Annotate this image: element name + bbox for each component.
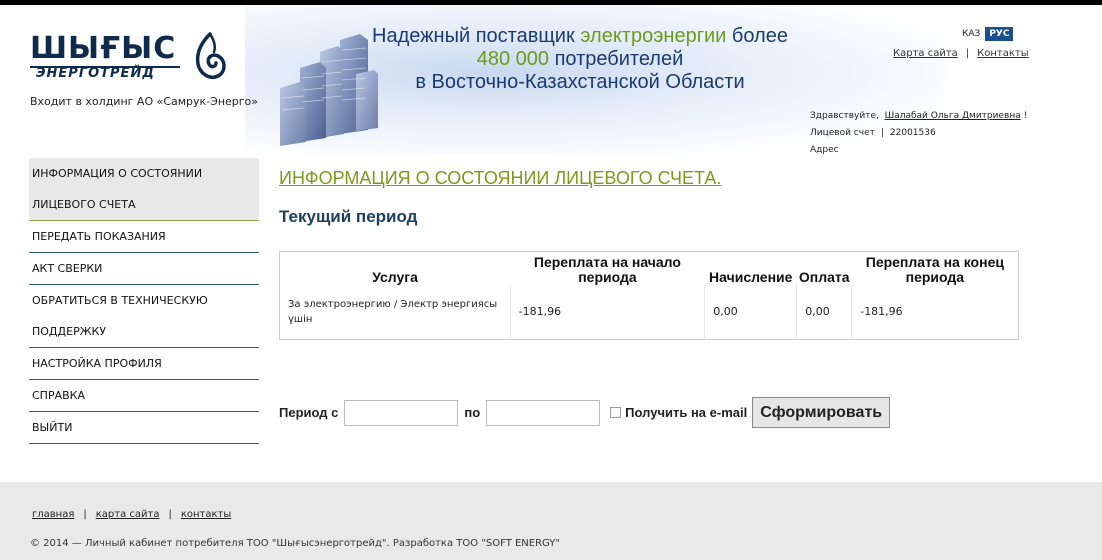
logo-wordmark: ШЫҒЫС: [30, 31, 177, 66]
company-logo[interactable]: ШЫҒЫС ЭНЕРГОТРЕЙД: [30, 32, 230, 90]
page-footer: главная | карта сайта | контакты © 2014 — Ли…: [0, 482, 1102, 560]
table-cell: За электроэнергию / Электр энергиясы үші…: [279, 285, 511, 339]
divider: |: [83, 509, 87, 520]
footer-sitemap-link[interactable]: карта сайта: [96, 509, 160, 520]
sidebar-item-label: ВЫЙТИ: [32, 421, 73, 434]
main-content: ИНФОРМАЦИЯ О СОСТОЯНИИ ЛИЦЕВОГО СЧЕТА. Т…: [279, 168, 1019, 340]
contacts-link[interactable]: Контакты: [977, 48, 1028, 59]
sidebar-item-logout[interactable]: ВЫЙТИ: [29, 412, 259, 444]
sidebar-item-profile-settings[interactable]: НАСТРОЙКА ПРОФИЛЯ: [29, 348, 259, 380]
greeting-label: Здравствуйте,: [810, 111, 879, 121]
column-header: Начисление: [709, 269, 793, 285]
footer-contacts-link[interactable]: контакты: [181, 509, 231, 520]
logo-subtitle: ЭНЕРГОТРЕЙД: [36, 66, 155, 81]
greeting-exclaim: !: [1023, 111, 1028, 121]
divider: |: [880, 128, 884, 138]
slogan-text: в Восточно-Казахстанской Области: [415, 71, 745, 93]
address-label: Адрес: [810, 145, 839, 155]
section-title: Текущий период: [279, 207, 418, 226]
sidebar-item-support[interactable]: ОБРАТИТЬСЯ В ТЕХНИЧЕСКУЮ ПОДДЕРЖКУ: [29, 285, 259, 348]
email-checkbox[interactable]: [610, 407, 622, 418]
period-form: Период с по Получить на e-mail Сформиров…: [279, 397, 891, 428]
sidebar-item-label: АКТ СВЕРКИ: [32, 262, 103, 275]
sitemap-link[interactable]: Карта сайта: [893, 48, 958, 59]
sidebar-item-help[interactable]: СПРАВКА: [29, 380, 259, 412]
divider: |: [168, 509, 172, 520]
table-cell: -181,96: [860, 305, 903, 319]
sidebar-item-label: НАСТРОЙКА ПРОФИЛЯ: [32, 357, 162, 370]
sidebar-item-account-info[interactable]: ИНФОРМАЦИЯ О СОСТОЯНИИ ЛИЦЕВОГО СЧЕТА: [29, 158, 259, 221]
table-cell: -181,96: [510, 285, 706, 339]
period-from-input[interactable]: [344, 399, 459, 426]
generate-button[interactable]: Сформировать: [752, 397, 891, 428]
column-header: Переплата на начало периода: [533, 254, 681, 285]
divider: |: [965, 48, 970, 59]
holding-caption: Входит в холдинг АО «Самрук-Энерго»: [30, 95, 259, 108]
account-label: Лицевой счет: [810, 128, 875, 138]
user-info-panel: Здравствуйте, Шалабай Ольга Дмитриевна !…: [810, 108, 1027, 159]
slogan-text: более: [726, 25, 788, 47]
column-header: Услуга: [372, 269, 418, 285]
sidebar-item-reconciliation[interactable]: АКТ СВЕРКИ: [29, 253, 259, 285]
account-value: 22001536: [889, 128, 936, 138]
lang-rus-link[interactable]: РУС: [985, 27, 1014, 41]
header-slogan: Надежный поставщик электроэнергии более …: [360, 25, 800, 94]
sidebar-item-label: СПРАВКА: [32, 389, 85, 402]
table-row: За электроэнергию / Электр энергиясы үші…: [279, 285, 1019, 339]
slogan-highlight: электроэнергии: [580, 25, 727, 47]
period-from-label: Период с: [279, 405, 339, 420]
column-header: Оплата: [798, 269, 850, 285]
account-table: Услуга Переплата на начало периода Начис…: [279, 251, 1019, 340]
sidebar-item-label: ОБРАТИТЬСЯ В ТЕХНИЧЕСКУЮ: [32, 294, 208, 307]
user-name-link[interactable]: Шалабай Ольга Дмитриевна: [885, 111, 1021, 121]
sidebar-item-label: ПОДДЕРЖКУ: [32, 325, 107, 338]
slogan-highlight: 480 000: [476, 48, 550, 70]
sidebar-item-label: ПЕРЕДАТЬ ПОКАЗАНИЯ: [32, 230, 166, 243]
footer-links: главная | карта сайта | контакты: [32, 509, 231, 520]
page-title: ИНФОРМАЦИЯ О СОСТОЯНИИ ЛИЦЕВОГО СЧЕТА.: [279, 168, 722, 188]
period-to-input[interactable]: [486, 399, 601, 426]
copyright-text: © 2014 — Личный кабинет потребителя ТОО …: [30, 538, 561, 549]
table-header-row: Услуга Переплата на начало периода Начис…: [280, 252, 1019, 286]
flame-swirl-icon: [195, 32, 226, 79]
sidebar-item-label: ИНФОРМАЦИЯ О СОСТОЯНИИ: [32, 167, 203, 180]
email-checkbox-label: Получить на e-mail: [625, 405, 748, 420]
language-switcher: КАЗ РУС: [962, 27, 1014, 41]
table-cell: 0,00: [704, 285, 798, 339]
footer-home-link[interactable]: главная: [32, 509, 74, 520]
slogan-text: потребителей: [549, 48, 684, 70]
table-cell: 0,00: [796, 285, 853, 339]
sidebar-item-label: ЛИЦЕВОГО СЧЕТА: [32, 198, 136, 211]
period-to-label: по: [464, 405, 481, 420]
header-links: Карта сайта | Контакты: [893, 48, 1029, 59]
sidebar-item-submit-readings[interactable]: ПЕРЕДАТЬ ПОКАЗАНИЯ: [29, 221, 259, 253]
slogan-text: Надежный поставщик: [372, 25, 581, 47]
lang-kaz-link[interactable]: КАЗ: [962, 29, 980, 39]
sidebar-nav: ИНФОРМАЦИЯ О СОСТОЯНИИ ЛИЦЕВОГО СЧЕТА ПЕ…: [29, 158, 259, 444]
column-header: Переплата на конец периода: [865, 254, 1004, 285]
